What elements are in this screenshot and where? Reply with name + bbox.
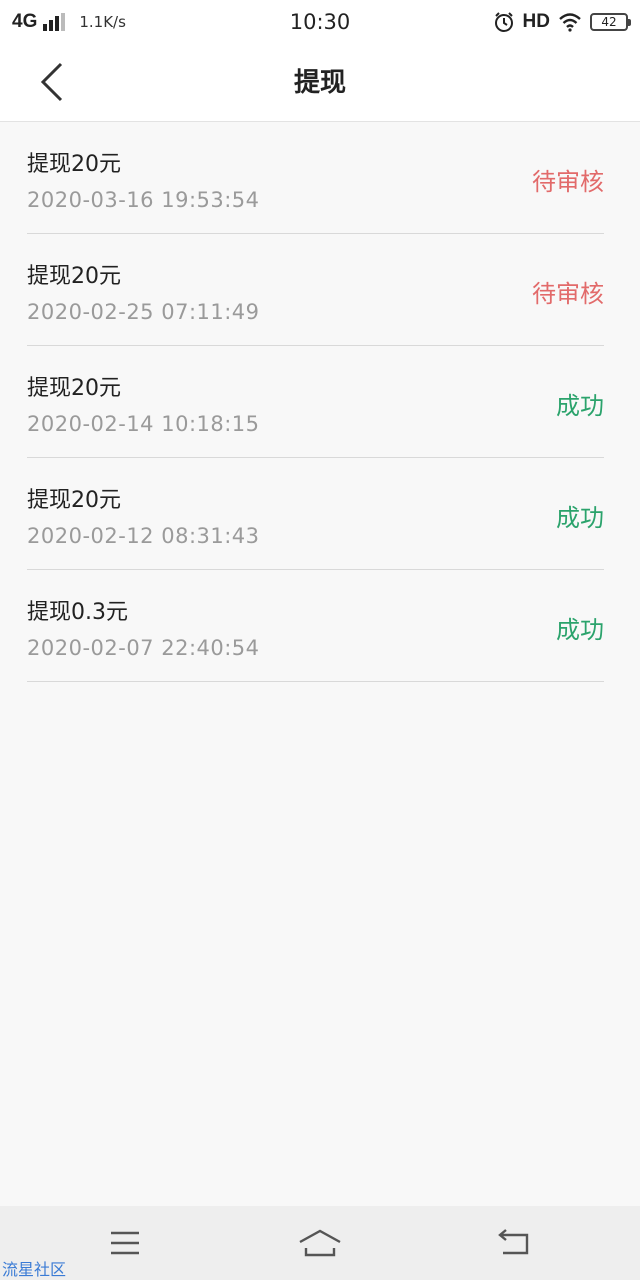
return-icon	[498, 1229, 529, 1255]
status-right: HD 42	[493, 11, 631, 33]
signal-icon	[43, 13, 66, 31]
record-title: 提现20元	[27, 152, 121, 177]
record-time: 2020-03-16 19:53:54	[27, 188, 260, 212]
network-speed: 1.1K/s	[79, 13, 126, 31]
nav-bar: 提现	[0, 44, 640, 122]
home-button[interactable]	[290, 1216, 350, 1270]
record-row[interactable]: 提现20元 2020-02-14 10:18:15 成功	[27, 346, 604, 458]
record-status: 待审核	[532, 168, 604, 196]
record-time: 2020-02-14 10:18:15	[27, 412, 260, 436]
record-status: 待审核	[532, 280, 604, 308]
record-row[interactable]: 提现20元 2020-02-12 08:31:43 成功	[27, 458, 604, 570]
status-bar: 4G 1.1K/s 10:30 HD 42	[0, 0, 640, 44]
return-button[interactable]	[484, 1216, 544, 1270]
record-status: 成功	[556, 392, 604, 420]
record-status: 成功	[556, 616, 604, 644]
battery-level: 42	[601, 15, 617, 29]
alarm-icon	[494, 12, 513, 32]
record-title: 提现20元	[27, 376, 121, 401]
record-time: 2020-02-25 07:11:49	[27, 300, 260, 324]
network-type: 4G	[12, 11, 38, 32]
menu-button[interactable]	[95, 1216, 155, 1270]
record-row[interactable]: 提现0.3元 2020-02-07 22:40:54 成功	[27, 570, 604, 682]
record-title: 提现0.3元	[27, 600, 128, 625]
record-time: 2020-02-12 08:31:43	[27, 524, 260, 548]
battery-icon: 42	[590, 13, 631, 31]
home-icon	[299, 1229, 341, 1257]
record-title: 提现20元	[27, 488, 121, 513]
record-title: 提现20元	[27, 264, 121, 289]
hd-indicator: HD	[522, 11, 550, 32]
page-title: 提现	[293, 68, 346, 98]
status-left: 4G 1.1K/s	[12, 11, 212, 33]
menu-icon	[111, 1231, 139, 1255]
record-time: 2020-02-07 22:40:54	[27, 636, 260, 660]
wifi-icon	[559, 13, 581, 32]
record-row[interactable]: 提现20元 2020-02-25 07:11:49 待审核	[27, 234, 604, 346]
withdraw-record-list: 提现20元 2020-03-16 19:53:54 待审核 提现20元 2020…	[0, 122, 640, 682]
record-status: 成功	[556, 504, 604, 532]
record-row[interactable]: 提现20元 2020-03-16 19:53:54 待审核	[27, 122, 604, 234]
watermark: 流星社区	[2, 1260, 67, 1279]
system-nav-bar	[0, 1206, 640, 1280]
